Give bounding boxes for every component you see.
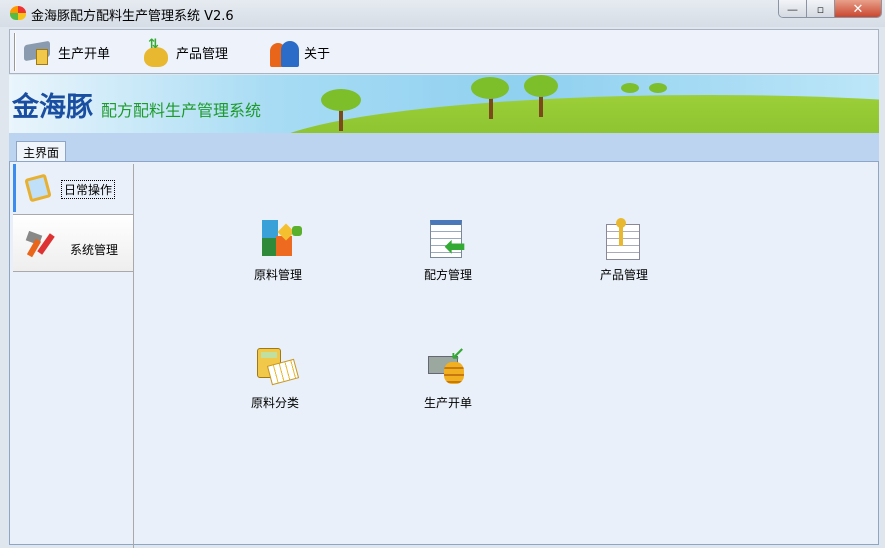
toolbar-about[interactable]: 关于 [268,36,330,68]
toolbar-production-order[interactable]: 生产开单 [22,36,110,68]
title-bar: 金海豚配方配料生产管理系统 V2.6 — ▫ ✕ [0,0,885,27]
function-label: 生产开单 [423,396,472,410]
banner: 金海豚 配方配料生产管理系统 [9,75,879,133]
function-label: 产品管理 [599,268,648,282]
function-material-management[interactable]: 原料管理 [233,216,323,283]
money-coins-icon: ↙ [424,344,472,390]
function-formula-management[interactable]: ⬅ 配方管理 [403,216,493,283]
toolbar-label: 生产开单 [58,46,111,62]
tools-icon [25,229,57,259]
toolbar-grip[interactable] [14,33,16,71]
toolbar-label: 产品管理 [176,46,229,62]
toolbar-label: 关于 [304,46,331,62]
users-icon [268,37,300,67]
main-panel: 日常操作 系统管理 原料管理 ⬅ 配方管理 产品管理 原料分类 ↙ 生产开单 [9,161,879,548]
sidebar-label: 日常操作 [61,180,116,199]
function-label: 配方管理 [423,268,472,282]
toolbar: 生产开单 ⇅ 产品管理 关于 [9,29,879,74]
function-material-category[interactable]: 原料分类 [230,344,320,411]
function-production-order[interactable]: ↙ 生产开单 [403,344,493,411]
window-title: 金海豚配方配料生产管理系统 V2.6 [31,9,234,24]
sidebar-item-system-management[interactable]: 系统管理 [13,214,134,272]
cash-register-icon [22,37,54,67]
sidebar: 日常操作 系统管理 [13,164,134,548]
minimize-button[interactable]: — [779,0,807,17]
function-product-management[interactable]: 产品管理 [579,216,669,283]
maximize-button[interactable]: ▫ [807,0,835,17]
banner-brand: 金海豚 [12,92,93,123]
clipboard-icon [24,172,52,203]
function-label: 原料管理 [253,268,302,282]
calculator-icon [251,344,300,390]
banner-subtitle: 配方配料生产管理系统 [101,101,262,120]
tab-main[interactable]: 主界面 [16,141,67,162]
app-icon [10,6,26,20]
calendar-arrow-icon: ⬅ [424,216,472,262]
toolbar-product-management[interactable]: ⇅ 产品管理 [140,36,228,68]
close-button[interactable]: ✕ [835,0,881,17]
blocks-icon [254,216,302,262]
sidebar-label: 系统管理 [70,243,119,257]
money-bag-icon: ⇅ [140,37,172,67]
sidebar-item-daily-operations[interactable]: 日常操作 [13,164,134,212]
tab-strip: 主界面 [9,133,879,162]
key-document-icon [600,216,648,262]
function-label: 原料分类 [250,396,299,410]
